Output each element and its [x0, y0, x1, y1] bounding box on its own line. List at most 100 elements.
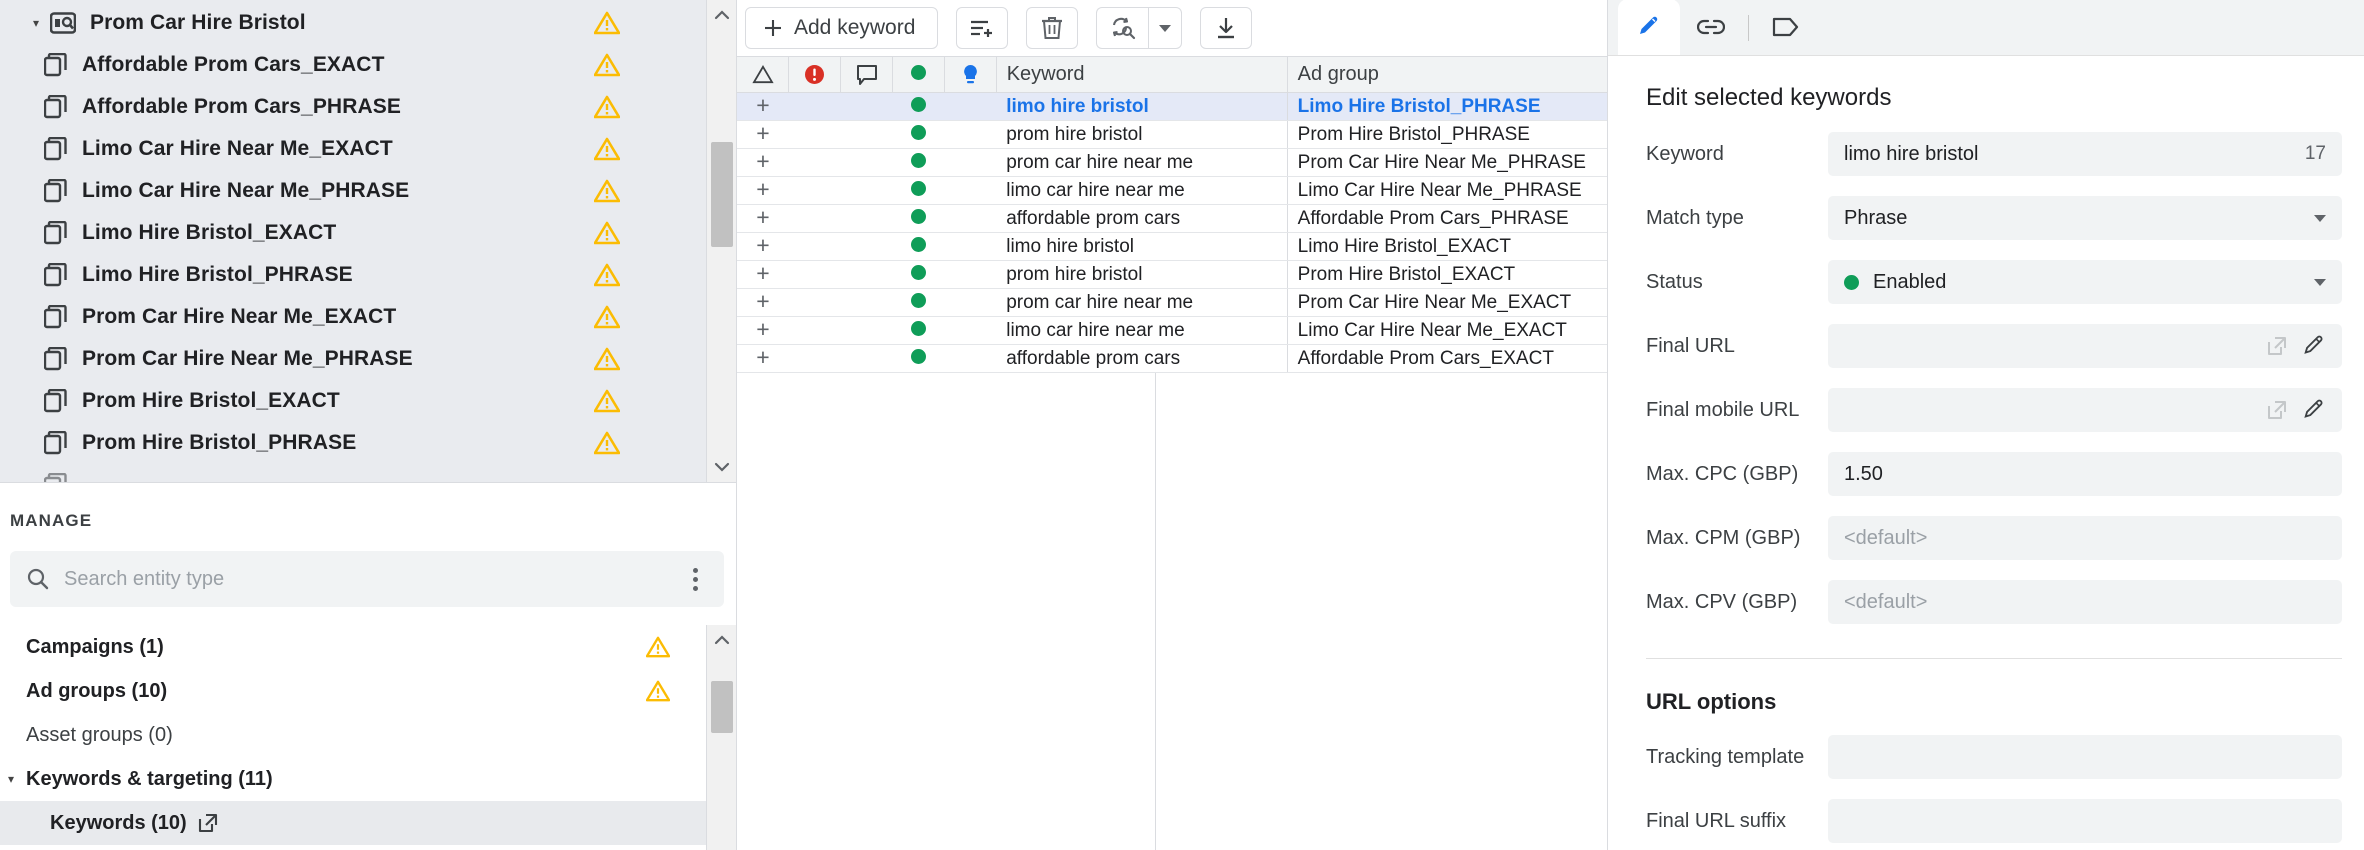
row-keyword[interactable]: limo hire bristol [996, 232, 1288, 261]
table-row[interactable]: + limo car hire near me Limo Car Hire Ne… [737, 176, 1607, 205]
column-errors[interactable] [788, 56, 842, 93]
table-row[interactable]: + limo car hire near me Limo Car Hire Ne… [737, 316, 1607, 345]
row-adgroup[interactable]: Affordable Prom Cars_EXACT [1286, 344, 1607, 373]
column-comments[interactable] [840, 56, 894, 93]
row-expand-cell[interactable]: + [737, 176, 789, 205]
row-adgroup[interactable]: Prom Car Hire Near Me_EXACT [1286, 288, 1607, 317]
external-link-icon[interactable] [197, 812, 219, 834]
row-adgroup[interactable]: Prom Hire Bristol_PHRASE [1286, 120, 1607, 149]
row-keyword[interactable]: limo hire bristol [996, 92, 1288, 121]
find-replace-split-button[interactable] [1096, 7, 1183, 49]
entity-scrollbar-thumb[interactable] [711, 681, 733, 733]
search-input[interactable] [56, 567, 682, 591]
row-keyword[interactable]: prom car hire near me [996, 148, 1288, 177]
table-row[interactable]: + prom hire bristol Prom Hire Bristol_EX… [737, 260, 1607, 289]
table-row[interactable]: + prom car hire near me Prom Car Hire Ne… [737, 288, 1607, 317]
tracking-template-input[interactable] [1828, 735, 2342, 779]
table-row[interactable]: + affordable prom cars Affordable Prom C… [737, 344, 1607, 373]
max-cpc-input[interactable]: 1.50 [1828, 452, 2342, 496]
tree-item-campaign[interactable]: ▾ Prom Car Hire Bristol [0, 2, 706, 44]
tree-scrollbar-thumb[interactable] [711, 142, 733, 247]
row-expand-cell[interactable]: + [737, 260, 789, 289]
row-expand-cell[interactable]: + [737, 204, 789, 233]
column-status[interactable] [892, 56, 945, 93]
scroll-up-icon[interactable] [707, 625, 737, 655]
row-expand-cell[interactable]: + [737, 344, 789, 373]
row-adgroup[interactable]: Prom Car Hire Near Me_PHRASE [1286, 148, 1607, 177]
row-keyword[interactable]: affordable prom cars [996, 204, 1288, 233]
delete-button[interactable] [1026, 7, 1079, 49]
tree-item-adgroup[interactable]: Affordable Prom Cars_PHRASE [0, 86, 706, 128]
tree-item-adgroup[interactable]: Limo Hire Bristol_EXACT [0, 212, 706, 254]
tree-item-adgroup[interactable]: Affordable Prom Cars_EXACT [0, 44, 706, 86]
row-keyword[interactable]: limo car hire near me [996, 176, 1288, 205]
tree-item-adgroup[interactable]: Prom Car Hire Near Me_PHRASE [0, 338, 706, 380]
table-row[interactable]: + prom hire bristol Prom Hire Bristol_PH… [737, 120, 1607, 149]
row-expand-cell[interactable]: + [737, 148, 789, 177]
more-options-icon[interactable] [682, 567, 708, 591]
column-adgroup[interactable]: Ad group [1287, 56, 1607, 93]
tree-item-adgroup[interactable]: Prom Car Hire Near Me_EXACT [0, 296, 706, 338]
row-expand-cell[interactable]: + [737, 92, 789, 121]
add-keyword-button[interactable]: Add keyword [745, 7, 939, 49]
entity-item-asset-groups[interactable]: Asset groups (0) [0, 713, 706, 757]
entity-item-campaigns[interactable]: Campaigns (1) [0, 625, 706, 669]
row-keyword[interactable]: prom hire bristol [996, 120, 1288, 149]
final-url-input[interactable] [1828, 324, 2342, 368]
row-adgroup[interactable]: Affordable Prom Cars_PHRASE [1286, 204, 1607, 233]
table-row[interactable]: + limo hire bristol Limo Hire Bristol_PH… [737, 92, 1607, 121]
find-replace-button[interactable] [1096, 7, 1149, 49]
tree-item-adgroup[interactable]: Limo Car Hire Near Me_PHRASE [0, 170, 706, 212]
chevron-down-icon[interactable]: ▾ [8, 772, 14, 786]
table-row[interactable]: + affordable prom cars Affordable Prom C… [737, 204, 1607, 233]
row-keyword[interactable]: prom car hire near me [996, 288, 1288, 317]
tree-item-adgroup[interactable]: Prom Hire Bristol_EXACT [0, 380, 706, 422]
max-cpv-input[interactable]: <default> [1828, 580, 2342, 624]
tab-edit[interactable] [1618, 0, 1680, 55]
edit-url-icon[interactable] [2302, 398, 2326, 422]
row-adgroup[interactable]: Limo Car Hire Near Me_EXACT [1286, 316, 1607, 345]
tree-item-adgroup[interactable]: Limo Car Hire Near Me_EXACT [0, 128, 706, 170]
find-replace-dropdown-button[interactable] [1148, 7, 1183, 49]
final-url-suffix-input[interactable] [1828, 799, 2342, 843]
scroll-up-icon[interactable] [707, 0, 736, 30]
row-expand-cell[interactable]: + [737, 316, 789, 345]
status-select[interactable]: Enabled [1828, 260, 2342, 304]
tree-item-adgroup[interactable]: Limo Hire Bristol_PHRASE [0, 254, 706, 296]
row-adgroup[interactable]: Prom Hire Bristol_EXACT [1286, 260, 1607, 289]
row-expand-cell[interactable]: + [737, 232, 789, 261]
tree-scrollbar[interactable] [706, 0, 736, 482]
row-keyword[interactable]: prom hire bristol [996, 260, 1288, 289]
keyword-input[interactable]: limo hire bristol 17 [1828, 132, 2342, 176]
final-mobile-url-input[interactable] [1828, 388, 2342, 432]
tree-item-adgroup[interactable]: Prom Hire Bristol_PHRASE [0, 422, 706, 464]
open-url-icon[interactable] [2266, 399, 2288, 421]
row-adgroup[interactable]: Limo Car Hire Near Me_PHRASE [1286, 176, 1607, 205]
entity-item-keywords-targeting[interactable]: ▾ Keywords & targeting (11) [0, 757, 706, 801]
column-keyword[interactable]: Keyword [996, 56, 1288, 93]
match-type-select[interactable]: Phrase [1828, 196, 2342, 240]
column-recommendations[interactable] [944, 56, 997, 93]
download-button[interactable] [1200, 7, 1253, 49]
entity-scrollbar[interactable] [706, 625, 736, 850]
max-cpm-input[interactable]: <default> [1828, 516, 2342, 560]
row-expand-cell[interactable]: + [737, 288, 789, 317]
tab-links[interactable] [1680, 0, 1742, 55]
column-warning[interactable] [737, 56, 790, 93]
entity-item-ad-groups[interactable]: Ad groups (10) [0, 669, 706, 713]
row-expand-cell[interactable]: + [737, 120, 789, 149]
row-keyword[interactable]: limo car hire near me [996, 316, 1288, 345]
open-url-icon[interactable] [2266, 335, 2288, 357]
tree-item-adgroup-partial[interactable] [0, 464, 706, 482]
add-rows-button[interactable] [956, 7, 1009, 49]
table-row[interactable]: + limo hire bristol Limo Hire Bristol_EX… [737, 232, 1607, 261]
tab-labels[interactable] [1755, 0, 1817, 55]
row-keyword[interactable]: affordable prom cars [996, 344, 1288, 373]
table-row[interactable]: + prom car hire near me Prom Car Hire Ne… [737, 148, 1607, 177]
edit-url-icon[interactable] [2302, 334, 2326, 358]
chevron-down-icon[interactable]: ▾ [22, 17, 50, 29]
entity-item-keywords[interactable]: Keywords (10) [0, 801, 706, 845]
row-adgroup[interactable]: Limo Hire Bristol_PHRASE [1286, 92, 1607, 121]
scroll-down-icon[interactable] [707, 452, 736, 482]
entity-search-box[interactable] [10, 551, 724, 607]
